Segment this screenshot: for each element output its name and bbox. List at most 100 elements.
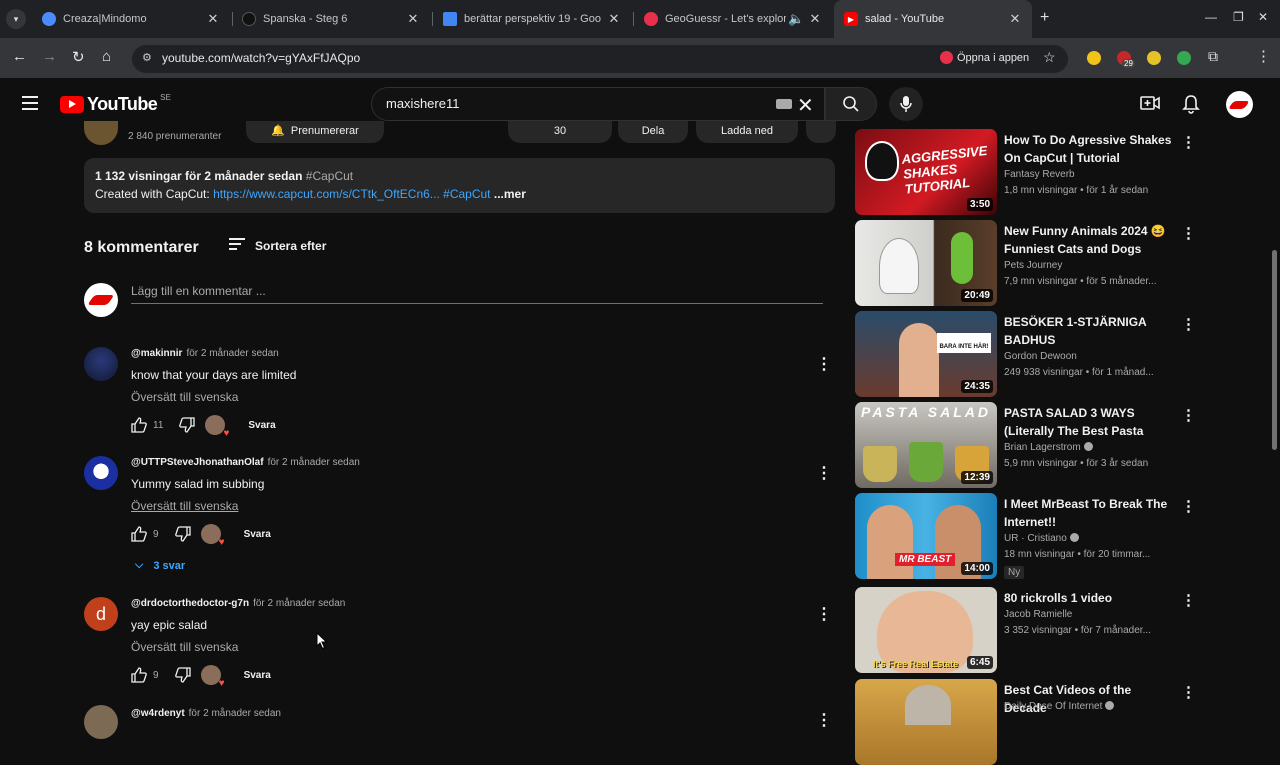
home-icon[interactable]: ⌂ — [102, 48, 111, 65]
restore-icon[interactable]: ❐ — [1233, 10, 1244, 24]
recommended-video[interactable]: It's Free Real Estate 6:45 80 rickrolls … — [855, 587, 1196, 673]
video-menu-icon[interactable]: ⋮ — [1181, 591, 1196, 609]
tab-mindomo[interactable]: Creaza|Mindomo ✕ — [32, 0, 230, 38]
tab-geoguessr[interactable]: GeoGuessr - Let's explore the world! 🔈 ✕ — [634, 0, 832, 38]
page-scrollbar[interactable] — [1272, 250, 1277, 450]
thumbs-up-icon[interactable] — [131, 417, 147, 433]
recommended-video[interactable]: PASTA SALAD 12:39 PASTA SALAD 3 WAYS (Li… — [855, 402, 1196, 488]
video-menu-icon[interactable]: ⋮ — [1181, 315, 1196, 333]
tab-search-button[interactable]: ▾ — [6, 9, 26, 29]
comment-author[interactable]: @makinnir för 2 månader sedan — [131, 348, 279, 359]
description-box[interactable] — [84, 158, 835, 213]
recommended-video[interactable]: MR BEAST 14:00 I Meet MrBeast To Break T… — [855, 493, 1196, 579]
video-menu-icon[interactable]: ⋮ — [1181, 224, 1196, 242]
channel-avatar[interactable] — [84, 121, 118, 145]
new-tab-icon[interactable]: + — [1040, 9, 1049, 27]
hamburger-menu-icon[interactable] — [22, 96, 38, 110]
tab-google-docs[interactable]: berättar perspektiv 19 - Google Docs ✕ — [433, 0, 631, 38]
hashtag[interactable]: #CapCut — [306, 169, 353, 183]
close-tab-icon[interactable]: ✕ — [607, 11, 621, 27]
close-tab-icon[interactable]: ✕ — [1008, 11, 1022, 27]
search-button[interactable] — [825, 87, 877, 121]
translate-link[interactable]: Översätt till svenska — [131, 390, 238, 404]
video-thumbnail[interactable] — [855, 679, 997, 765]
open-in-app-button[interactable]: Öppna i appen — [940, 51, 1029, 64]
voice-search-button[interactable] — [889, 87, 923, 121]
video-thumbnail[interactable]: AGGRESSIVE SHAKES TUTORIAL 3:50 — [855, 129, 997, 215]
subscribe-button[interactable]: 🔔 Prenumererar — [246, 121, 384, 143]
recommended-video[interactable]: 20:49 New Funny Animals 2024 😆 Funniest … — [855, 220, 1196, 306]
video-menu-icon[interactable]: ⋮ — [1181, 497, 1196, 515]
share-button[interactable]: Dela — [618, 121, 688, 143]
video-menu-icon[interactable]: ⋮ — [1181, 406, 1196, 424]
close-tab-icon[interactable]: ✕ — [206, 11, 220, 27]
capcut-link[interactable]: https://www.capcut.com/s/CTtk_OftECn6... — [213, 187, 440, 201]
commenter-avatar[interactable] — [84, 347, 118, 381]
search-query[interactable]: maxishere11 — [386, 96, 459, 111]
close-tab-icon[interactable]: ✕ — [406, 11, 420, 27]
reply-button[interactable]: Svara — [244, 529, 271, 540]
add-comment-input[interactable]: Lägg till en kommentar ... — [131, 284, 266, 298]
speaker-icon[interactable]: 🔈 — [788, 11, 804, 27]
close-tab-icon[interactable]: ✕ — [808, 11, 822, 27]
url-text[interactable]: youtube.com/watch?v=gYAxFfJAQpo — [162, 51, 360, 65]
video-menu-icon[interactable]: ⋮ — [1181, 683, 1196, 701]
reply-button[interactable]: Svara — [248, 420, 275, 431]
browser-menu-icon[interactable]: ⋮ — [1256, 47, 1271, 65]
extension-icon[interactable] — [1177, 51, 1191, 65]
thumbs-down-icon[interactable] — [174, 667, 191, 683]
reload-icon[interactable]: ↻ — [72, 48, 85, 66]
site-info-icon[interactable]: ⚙ — [142, 51, 156, 65]
video-thumbnail[interactable]: MR BEAST 14:00 — [855, 493, 997, 579]
comment-menu-icon[interactable]: ⋮ — [816, 607, 832, 623]
recommended-video[interactable]: Best Cat Videos of the Decade Daily Dose… — [855, 679, 1196, 765]
show-more-link[interactable]: ...mer — [494, 187, 526, 201]
comment-menu-icon[interactable]: ⋮ — [816, 357, 832, 373]
forward-icon[interactable]: → — [42, 48, 57, 65]
minimize-icon[interactable]: — — [1205, 10, 1217, 24]
notifications-button[interactable] — [1182, 94, 1200, 119]
tab-youtube-active[interactable]: ▶ salad - YouTube ✕ — [834, 0, 1032, 38]
account-avatar[interactable] — [1226, 91, 1253, 118]
creator-heart-icon — [200, 524, 225, 548]
thumbs-up-icon[interactable] — [131, 667, 147, 683]
back-icon[interactable]: ← — [12, 48, 27, 65]
youtube-logo[interactable]: YouTube SE — [60, 93, 171, 115]
video-thumbnail[interactable]: It's Free Real Estate 6:45 — [855, 587, 997, 673]
commenter-avatar[interactable] — [84, 456, 118, 490]
close-window-icon[interactable]: ✕ — [1258, 10, 1268, 24]
thumbs-up-icon[interactable] — [131, 526, 147, 542]
comment-author[interactable]: @w4rdenyt för 2 månader sedan — [131, 708, 281, 719]
commenter-avatar[interactable] — [84, 705, 118, 739]
extension-icon[interactable] — [1087, 51, 1101, 65]
translate-link[interactable]: Översätt till svenska — [131, 499, 238, 513]
comment-menu-icon[interactable]: ⋮ — [816, 713, 832, 729]
commenter-avatar[interactable]: d — [84, 597, 118, 631]
reply-button[interactable]: Svara — [244, 670, 271, 681]
keyboard-icon[interactable] — [776, 99, 792, 109]
comment-author[interactable]: @UTTPSteveJhonathanOlaf för 2 månader sed… — [131, 457, 360, 468]
recommended-video[interactable]: BARA INTE HÄR! 24:35 BESÖKER 1-STJÄRNIGA… — [855, 311, 1196, 397]
clear-search-icon[interactable]: ✕ — [797, 93, 814, 118]
extensions-puzzle-icon[interactable]: ⧉ — [1208, 48, 1218, 65]
view-replies-button[interactable]: ⌵ 3 svar — [135, 559, 185, 572]
bookmark-star-icon[interactable]: ☆ — [1043, 49, 1056, 66]
hashtag-link[interactable]: #CapCut — [443, 187, 490, 201]
comment-author[interactable]: @drdoctorthedoctor-g7n för 2 månader seda… — [131, 598, 345, 609]
like-dislike-button[interactable]: 30 — [508, 121, 612, 143]
video-thumbnail[interactable]: 20:49 — [855, 220, 997, 306]
video-thumbnail[interactable]: PASTA SALAD 12:39 — [855, 402, 997, 488]
comment-menu-icon[interactable]: ⋮ — [816, 466, 832, 482]
more-actions-button[interactable] — [806, 121, 836, 143]
video-menu-icon[interactable]: ⋮ — [1181, 133, 1196, 151]
thumbs-down-icon[interactable] — [174, 526, 191, 542]
download-button[interactable]: Ladda ned — [696, 121, 798, 143]
create-video-button[interactable] — [1140, 94, 1160, 117]
recommended-video[interactable]: AGGRESSIVE SHAKES TUTORIAL 3:50 How To D… — [855, 129, 1196, 215]
thumbs-down-icon[interactable] — [179, 417, 196, 433]
video-thumbnail[interactable]: BARA INTE HÄR! 24:35 — [855, 311, 997, 397]
extension-icon[interactable] — [1147, 51, 1161, 65]
translate-link[interactable]: Översätt till svenska — [131, 640, 238, 654]
sort-button[interactable]: Sortera efter — [229, 238, 326, 253]
tab-spanska[interactable]: Spanska - Steg 6 ✕ — [232, 0, 430, 38]
